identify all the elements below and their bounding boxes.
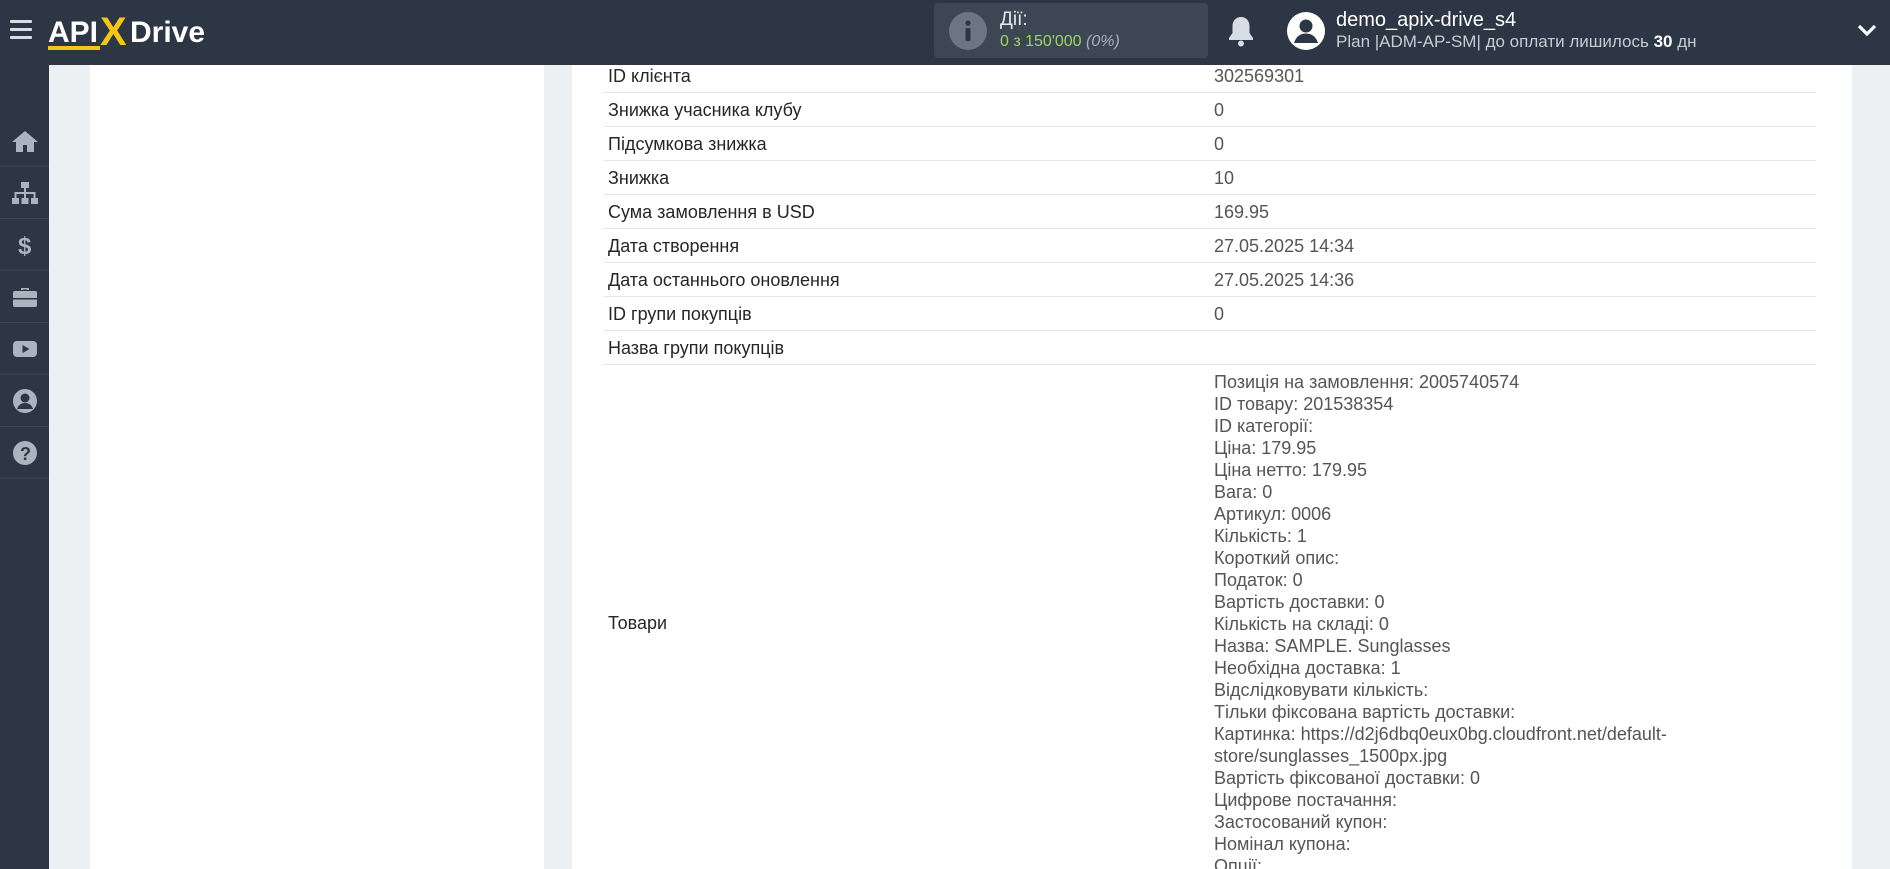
field-label: Назва групи покупців <box>608 338 785 358</box>
avatar[interactable] <box>1287 12 1325 50</box>
order-fields-table: ID клієнта 302569301 Знижка учасника клу… <box>604 65 1816 869</box>
table-row-goods: Товари Позиція на замовлення: 2005740574… <box>604 365 1816 869</box>
sidebar-item-profile[interactable] <box>0 375 49 427</box>
goods-line: Ціна: 179.95 <box>1214 438 1317 458</box>
sitemap-icon <box>11 181 38 204</box>
goods-line: Необхідна доставка: 1 <box>1214 658 1401 678</box>
field-label: Знижка учасника клубу <box>608 100 802 120</box>
field-label: Дата створення <box>608 236 740 256</box>
field-value: 169.95 <box>1214 202 1270 222</box>
goods-line: Застосований купон: <box>1214 812 1388 832</box>
table-row: Знижка 10 <box>604 161 1816 195</box>
field-label: Підсумкова знижка <box>608 134 767 154</box>
goods-line: Опції: <box>1214 856 1263 869</box>
goods-line: Податок: 0 <box>1214 570 1303 590</box>
goods-line: Ціна нетто: 179.95 <box>1214 460 1367 480</box>
table-row: Дата останнього оновлення 27.05.2025 14:… <box>604 263 1816 297</box>
youtube-icon <box>12 340 37 357</box>
svg-text:API: API <box>48 16 98 49</box>
help-icon: ? <box>12 440 37 465</box>
field-label: Сума замовлення в USD <box>608 202 815 222</box>
table-row: Дата створення 27.05.2025 14:34 <box>604 229 1816 263</box>
actions-counter[interactable]: Дії: 0 з 150'000 (0%) <box>934 3 1208 58</box>
field-value: 27.05.2025 14:34 <box>1214 236 1355 256</box>
goods-line: Номінал купона: <box>1214 834 1351 854</box>
bell-icon[interactable] <box>1226 14 1256 48</box>
goods-line: Картинка: https://d2j6dbq0eux0bg.cloudfr… <box>1214 724 1667 744</box>
field-value: 0 <box>1214 304 1225 324</box>
goods-line: Вартість доставки: 0 <box>1214 592 1385 612</box>
goods-line: Назва: SAMPLE. Sunglasses <box>1214 636 1451 656</box>
svg-text:?: ? <box>20 444 31 464</box>
info-icon <box>949 12 987 50</box>
home-icon <box>11 130 38 152</box>
chevron-down-icon[interactable] <box>1856 22 1878 38</box>
sidebar-item-billing[interactable]: $ <box>0 219 49 271</box>
table-row: Підсумкова знижка 0 <box>604 127 1816 161</box>
username[interactable]: demo_apix-drive_s4 <box>1336 9 1516 32</box>
sidebar-item-help[interactable]: ? <box>0 427 49 479</box>
table-row: Сума замовлення в USD 169.95 <box>604 195 1816 229</box>
field-value: 27.05.2025 14:36 <box>1214 270 1355 290</box>
sidebar: $ ? <box>0 65 49 869</box>
sidebar-item-video[interactable] <box>0 323 49 375</box>
goods-line: Вага: 0 <box>1214 482 1273 502</box>
field-label: Дата останнього оновлення <box>608 270 840 290</box>
goods-line: Відслідковувати кількість: <box>1214 680 1429 700</box>
actions-count: 0 з 150'000 (0%) <box>1000 33 1120 50</box>
sidebar-item-home[interactable] <box>0 115 49 167</box>
field-value: 0 <box>1214 100 1225 120</box>
dollar-icon: $ <box>18 233 32 258</box>
table-row: ID клієнта 302569301 <box>604 65 1816 93</box>
svg-text:Drive: Drive <box>130 16 205 49</box>
goods-line: ID категорії: <box>1214 416 1314 436</box>
svg-text:$: $ <box>18 233 32 258</box>
apixdrive-logo[interactable]: API X Drive <box>48 9 223 53</box>
goods-line: Кількість на складі: 0 <box>1214 614 1389 634</box>
table-row: Знижка учасника клубу 0 <box>604 93 1816 127</box>
left-panel <box>90 65 544 869</box>
svg-text:X: X <box>100 10 127 53</box>
field-value: 0 <box>1214 134 1225 154</box>
field-label: Знижка <box>608 168 670 188</box>
goods-line: Артикул: 0006 <box>1214 504 1332 524</box>
field-label: ID групи покупців <box>608 304 752 324</box>
goods-details: Позиція на замовлення: 2005740574 ID тов… <box>1214 371 1774 869</box>
goods-line: Тільки фіксована вартість доставки: <box>1214 702 1516 722</box>
goods-line: Вартість фіксованої доставки: 0 <box>1214 768 1480 788</box>
goods-line: ID товару: 201538354 <box>1214 394 1394 414</box>
order-details-card: ID клієнта 302569301 Знижка учасника клу… <box>572 65 1852 869</box>
actions-label: Дії: <box>1000 9 1028 30</box>
goods-line: Короткий опис: <box>1214 548 1340 568</box>
briefcase-icon <box>12 287 37 307</box>
field-label: Товари <box>608 613 668 633</box>
goods-line: Кількість: 1 <box>1214 526 1307 546</box>
goods-line: Цифрове постачання: <box>1214 790 1398 810</box>
goods-line: store/sunglasses_1500px.jpg <box>1214 746 1448 766</box>
field-label: ID клієнта <box>608 66 691 86</box>
plan-info: Plan |ADM-AP-SM| до оплати лишилось 30 д… <box>1336 32 1697 51</box>
sidebar-item-connections[interactable] <box>0 167 49 219</box>
top-header: API X Drive Дії: 0 з 150'000 (0%) demo_a… <box>0 0 1890 65</box>
hamburger-menu-icon[interactable] <box>10 20 32 44</box>
field-value: 302569301 <box>1214 66 1305 86</box>
sidebar-item-projects[interactable] <box>0 271 49 323</box>
table-row: ID групи покупців 0 <box>604 297 1816 331</box>
field-value: 10 <box>1214 168 1235 188</box>
table-row: Назва групи покупців <box>604 331 1816 365</box>
user-icon <box>12 388 37 413</box>
goods-line: Позиція на замовлення: 2005740574 <box>1214 372 1520 392</box>
